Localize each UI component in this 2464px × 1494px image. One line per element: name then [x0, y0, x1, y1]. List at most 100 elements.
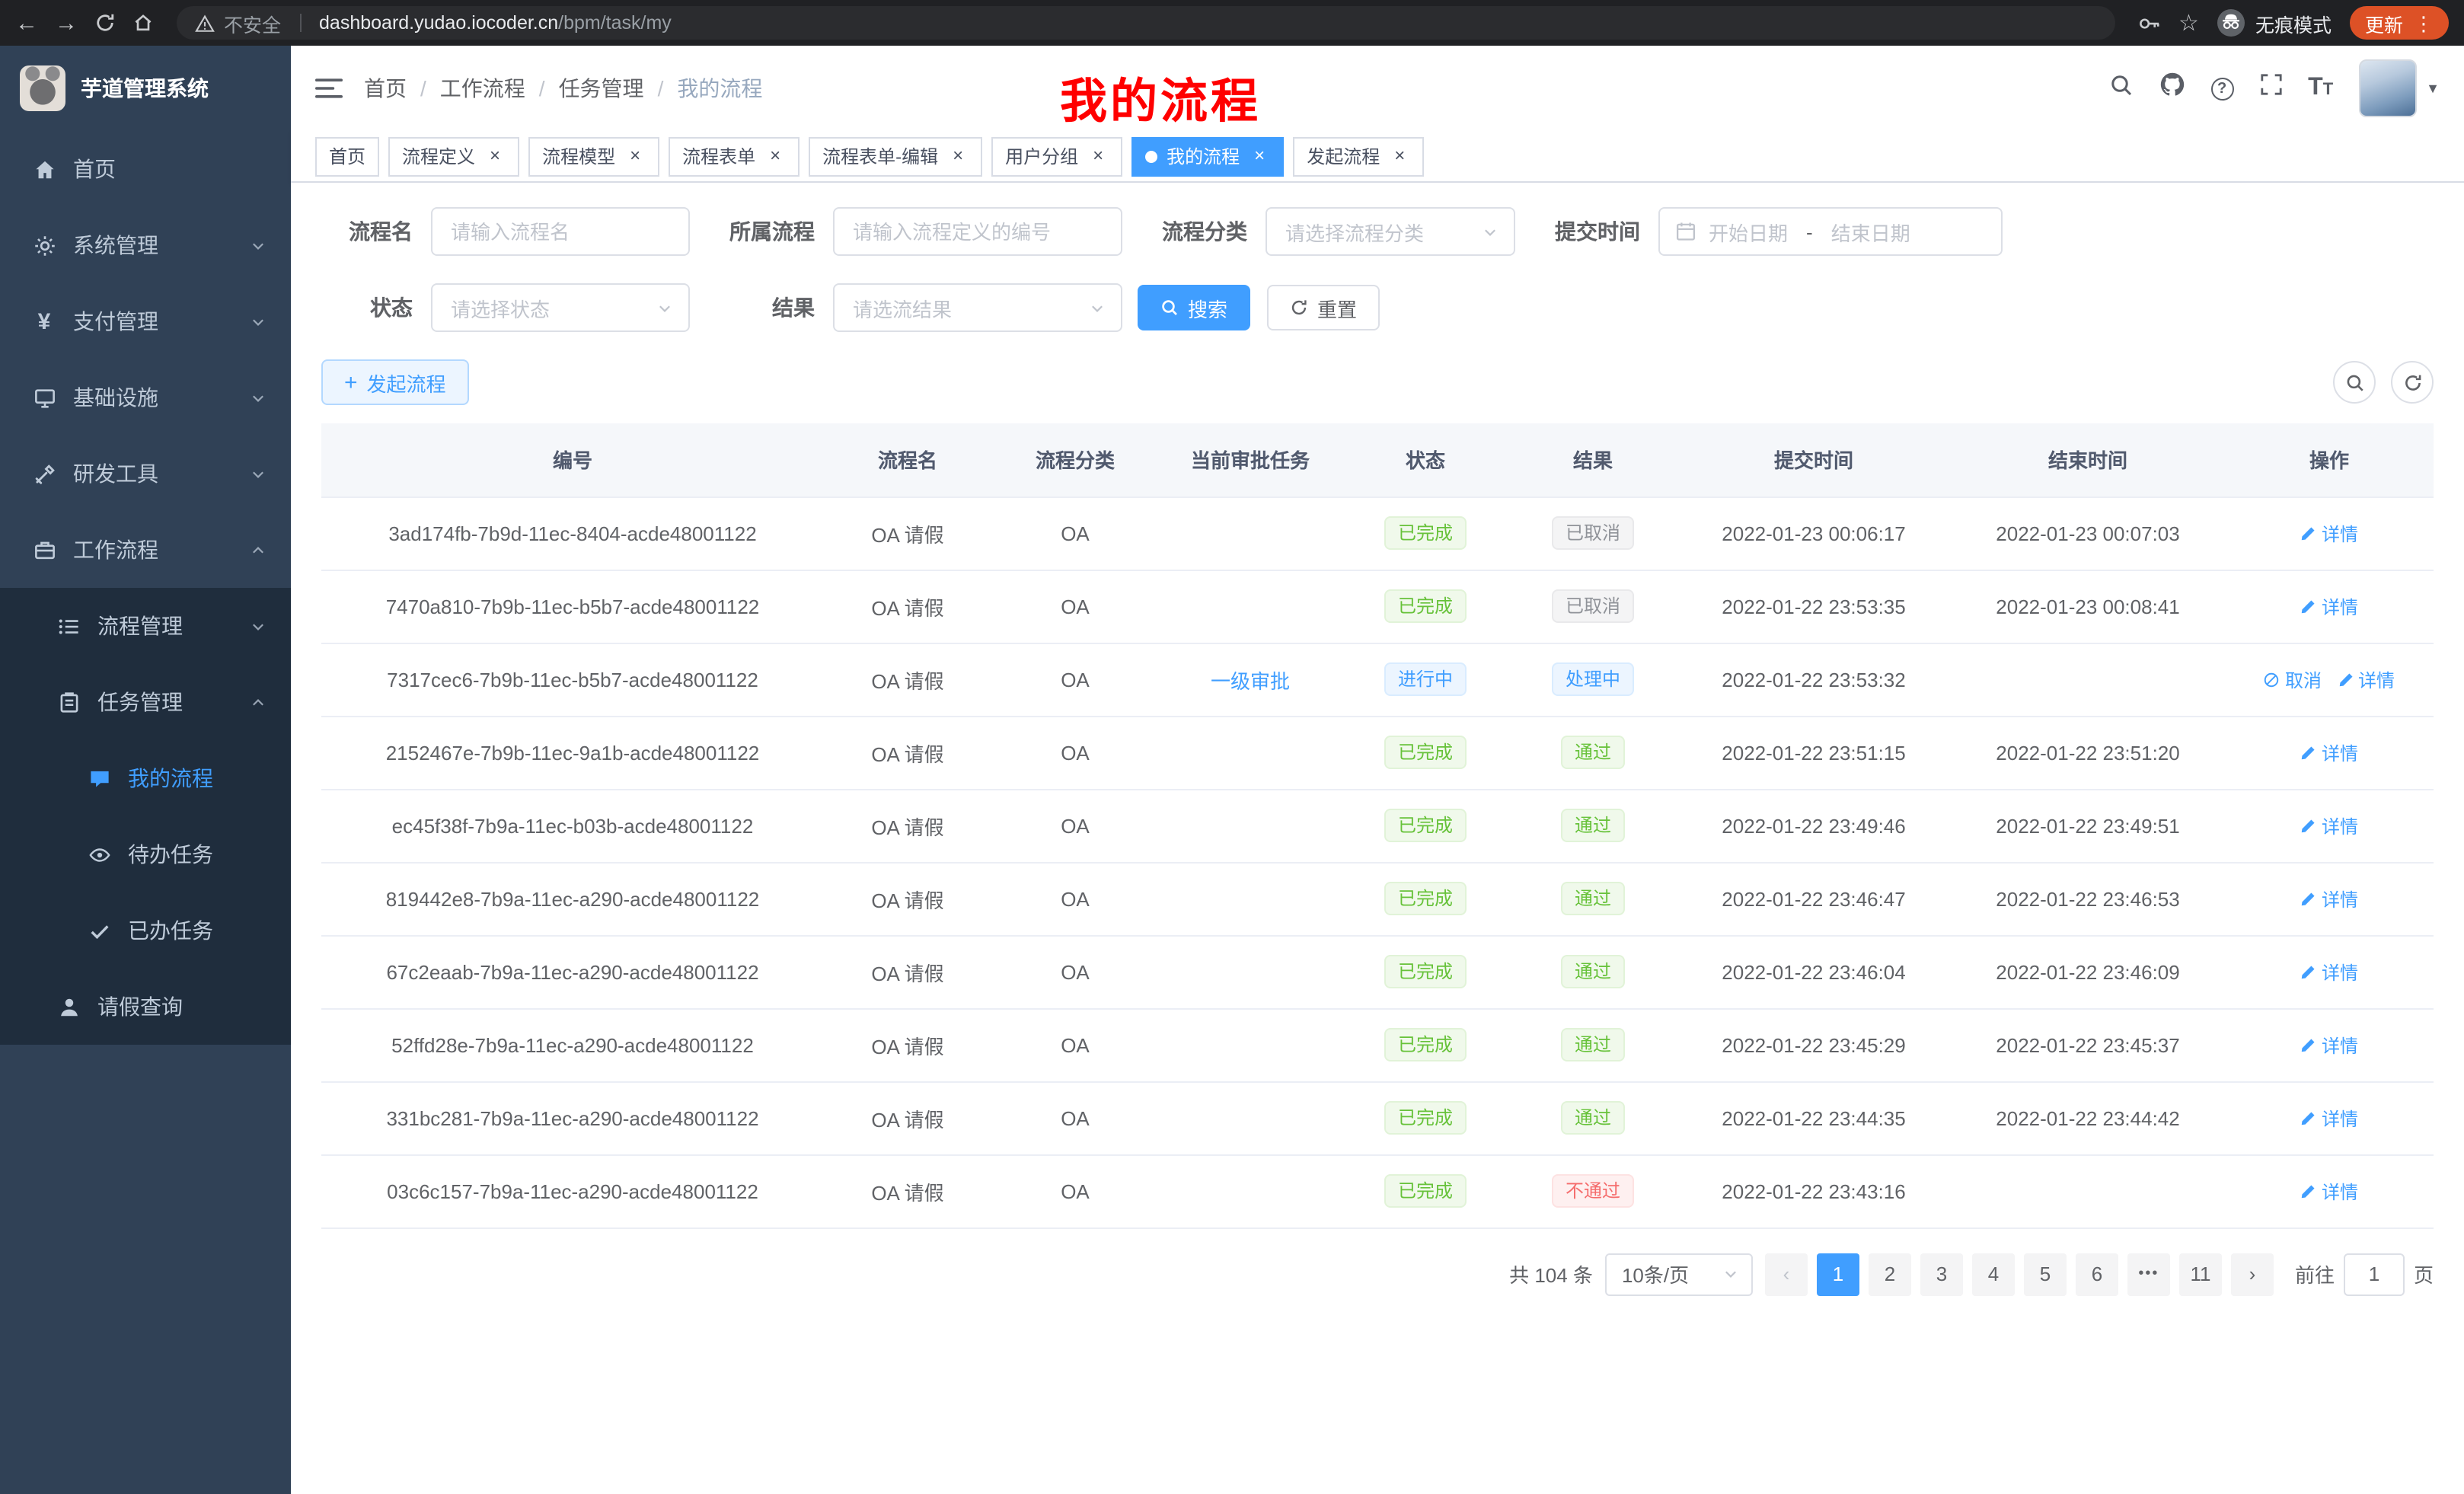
refresh-icon[interactable]: [2391, 361, 2434, 404]
user-avatar-menu[interactable]: ▼: [2359, 59, 2440, 117]
breadcrumb-item[interactable]: 工作流程: [440, 73, 525, 104]
detail-action-link[interactable]: 详情: [2300, 1105, 2358, 1131]
sidebar-item-leave-query[interactable]: 请假查询: [0, 969, 291, 1045]
jump-prefix: 前往: [2295, 1259, 2335, 1288]
pager-page-button[interactable]: 2: [1869, 1253, 1911, 1295]
detail-action-link[interactable]: 详情: [2300, 1178, 2358, 1204]
table-row: 7470a810-7b9b-11ec-b5b7-acde48001122OA 请…: [321, 570, 2434, 643]
pager-page-button[interactable]: 4: [1972, 1253, 2015, 1295]
breadcrumb-item[interactable]: 首页: [364, 73, 407, 104]
chevron-down-icon: [250, 313, 267, 330]
address-bar[interactable]: 不安全 dashboard.yudao.iocoder.cn/bpm/task/…: [177, 6, 2115, 40]
star-icon[interactable]: ☆: [2178, 9, 2199, 37]
cell-current-task: [1159, 935, 1342, 1008]
search-button[interactable]: 搜索: [1138, 285, 1250, 330]
pager-page-button[interactable]: 6: [2076, 1253, 2118, 1295]
cell-process-name: OA 请假: [824, 789, 991, 862]
toggle-search-icon[interactable]: [2333, 361, 2376, 404]
start-date-placeholder[interactable]: 开始日期: [1709, 217, 1788, 246]
cancel-action-link[interactable]: 取消: [2264, 666, 2322, 692]
pager-page-button[interactable]: 5: [2024, 1253, 2067, 1295]
sidebar-item-done-task[interactable]: 已办任务: [0, 892, 291, 969]
sidebar-item-workflow[interactable]: 工作流程: [0, 512, 291, 588]
page-jumper: 前往 页: [2295, 1253, 2434, 1295]
result-select[interactable]: 请选流结果: [833, 283, 1122, 332]
search-icon[interactable]: [2108, 72, 2133, 104]
tab-item[interactable]: 我的流程 ×: [1131, 136, 1284, 176]
tab-label: 我的流程: [1167, 143, 1240, 169]
tab-close-icon[interactable]: ×: [1249, 145, 1270, 167]
update-button[interactable]: 更新 ⋮: [2350, 6, 2449, 40]
detail-action-link[interactable]: 详情: [2337, 666, 2395, 692]
home-icon[interactable]: [132, 12, 154, 34]
breadcrumb-item[interactable]: 任务管理: [559, 73, 644, 104]
hamburger-icon[interactable]: [315, 76, 343, 101]
sidebar-item-infrastructure[interactable]: 基础设施: [0, 359, 291, 436]
tab-label: 发起流程: [1307, 143, 1380, 169]
cell-result: 通过: [1509, 862, 1677, 935]
key-icon[interactable]: [2137, 11, 2160, 34]
tab-close-icon[interactable]: ×: [764, 145, 786, 167]
detail-action-link[interactable]: 详情: [2300, 739, 2358, 765]
font-size-icon[interactable]: TT: [2308, 76, 2333, 101]
detail-action-link[interactable]: 详情: [2300, 886, 2358, 911]
sidebar-item-todo-task[interactable]: 待办任务: [0, 816, 291, 892]
cell-category: OA: [991, 496, 1159, 570]
sidebar-item-task-management[interactable]: 任务管理: [0, 664, 291, 740]
page-size-select[interactable]: 10条/页: [1605, 1253, 1753, 1295]
detail-action-link[interactable]: 详情: [2300, 1032, 2358, 1058]
process-definition-input[interactable]: [833, 207, 1122, 256]
tab-item[interactable]: 发起流程 ×: [1293, 136, 1424, 176]
pager-next-button[interactable]: ›: [2231, 1253, 2274, 1295]
detail-action-link[interactable]: 详情: [2300, 520, 2358, 546]
process-name-input[interactable]: [431, 207, 690, 256]
detail-action-link[interactable]: 详情: [2300, 593, 2358, 619]
tab-label: 流程表单: [682, 143, 755, 169]
cell-process-name: OA 请假: [824, 496, 991, 570]
forward-icon[interactable]: →: [55, 10, 78, 36]
back-icon[interactable]: ←: [15, 10, 38, 36]
tab-close-icon[interactable]: ×: [947, 145, 969, 167]
sidebar-item-payment[interactable]: ¥ 支付管理: [0, 283, 291, 359]
github-icon[interactable]: [2159, 72, 2185, 105]
cell-actions: 取消详情: [2225, 643, 2434, 716]
category-select[interactable]: 请选择流程分类: [1266, 207, 1515, 256]
tab-close-icon[interactable]: ×: [624, 145, 646, 167]
pager-more-icon[interactable]: •••: [2127, 1253, 2170, 1295]
create-process-button[interactable]: + 发起流程: [321, 359, 469, 405]
more-menu-icon[interactable]: ⋮: [2414, 13, 2434, 33]
tab-close-icon[interactable]: ×: [1389, 145, 1410, 167]
fullscreen-icon[interactable]: [2259, 73, 2282, 104]
detail-action-link[interactable]: 详情: [2300, 812, 2358, 838]
reload-icon[interactable]: [94, 12, 116, 34]
sidebar-item-home[interactable]: 首页: [0, 131, 291, 207]
tab-close-icon[interactable]: ×: [484, 145, 506, 167]
sidebar-item-process-management[interactable]: 流程管理: [0, 588, 291, 664]
jump-page-input[interactable]: [2344, 1253, 2405, 1295]
app-logo[interactable]: 芋道管理系统: [0, 46, 291, 131]
cell-submit-time: 2022-01-22 23:49:46: [1677, 789, 1951, 862]
detail-action-link[interactable]: 详情: [2300, 959, 2358, 985]
tab-close-icon[interactable]: ×: [1087, 145, 1109, 167]
field-label: 所属流程: [723, 216, 815, 247]
date-range-picker[interactable]: 开始日期 - 结束日期: [1658, 207, 2003, 256]
status-select[interactable]: 请选择状态: [431, 283, 690, 332]
pager-page-button[interactable]: 1: [1817, 1253, 1859, 1295]
question-icon[interactable]: ?: [2210, 77, 2233, 100]
sidebar-item-devtools[interactable]: 研发工具: [0, 436, 291, 512]
sidebar-item-my-process[interactable]: 我的流程: [0, 740, 291, 816]
reset-button[interactable]: 重置: [1267, 285, 1380, 330]
tab-item[interactable]: 流程表单-编辑×: [809, 136, 982, 176]
tab-item[interactable]: 流程定义×: [388, 136, 519, 176]
tab-item[interactable]: 流程模型×: [528, 136, 659, 176]
pager-page-button[interactable]: 11: [2179, 1253, 2222, 1295]
current-task-link[interactable]: 一级审批: [1211, 665, 1290, 694]
end-date-placeholder[interactable]: 结束日期: [1831, 217, 1910, 246]
tab-item[interactable]: 流程表单 ×: [669, 136, 800, 176]
pager-page-button[interactable]: 3: [1920, 1253, 1963, 1295]
table-toolbar: + 发起流程: [321, 359, 2434, 405]
sidebar-item-system[interactable]: 系统管理: [0, 207, 291, 283]
tab-item[interactable]: 用户分组×: [991, 136, 1122, 176]
tab-item[interactable]: 首页: [315, 136, 379, 176]
avatar[interactable]: [2359, 59, 2417, 117]
